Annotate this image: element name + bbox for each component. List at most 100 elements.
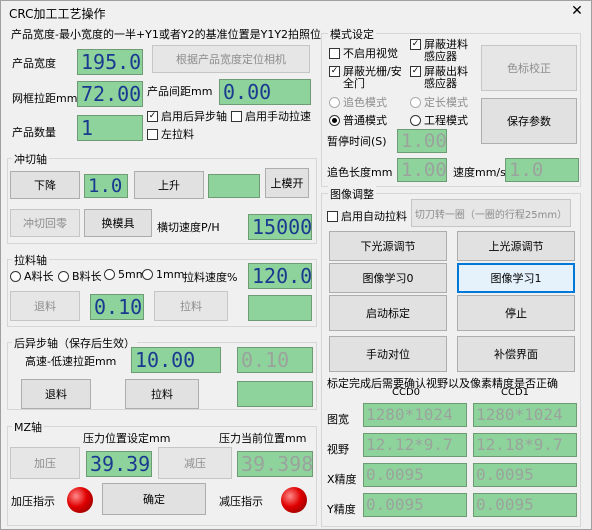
cut-down-button[interactable]: 下降 — [10, 171, 80, 199]
pull-speed-field[interactable]: 120.0 — [248, 263, 312, 289]
process-mode-radio[interactable]: 工程模式 — [410, 112, 468, 128]
auto-pull-checkbox[interactable]: 启用自动拉料 — [327, 208, 407, 224]
checkmark-icon: ✓ — [410, 66, 421, 77]
5mm-radio[interactable]: 5mm — [104, 268, 146, 281]
lower-light-button[interactable]: 下光源调节 — [329, 231, 447, 261]
main-window: CRC加工工艺操作 ✕ 产品宽度-最小宽度的一半+Y1或者Y2的基准位置是Y1Y… — [0, 0, 592, 530]
rear-distance-field[interactable]: 10.00 — [131, 347, 221, 373]
cut-speed-field[interactable]: 15000 — [248, 214, 312, 240]
normal-mode-radio[interactable]: 普通模式 — [329, 112, 387, 128]
rear-back-button[interactable]: 退料 — [21, 379, 91, 409]
release-indicator-label: 减压指示 — [219, 495, 263, 508]
pause-time-field[interactable]: 1.00 — [397, 129, 447, 153]
ccd1-fov-field: 12.18*9.7 — [473, 433, 577, 457]
speed-field[interactable]: 1.0 — [505, 158, 579, 182]
no-vision-checkbox[interactable]: 不启用视觉 — [329, 45, 398, 61]
pull-status-field — [248, 295, 312, 321]
window-title: CRC加工工艺操作 — [9, 7, 106, 21]
pressure-set-label: 压力位置设定mm — [83, 432, 171, 445]
compensation-button[interactable]: 补偿界面 — [457, 336, 575, 372]
rear-status-field — [237, 381, 313, 407]
ccd0-resolution-field: 1280*1024 — [363, 403, 467, 427]
rear-step-checkbox[interactable]: ✓ 启用后异步轴 — [147, 108, 227, 124]
1mm-radio[interactable]: 1mm — [142, 268, 184, 281]
fov-label: 视野 — [327, 443, 349, 456]
color-calibrate-button[interactable]: 色标校正 — [481, 45, 577, 91]
cut-home-button[interactable]: 冲切回零 — [10, 209, 80, 237]
track-mode-radio[interactable]: 追色模式 — [329, 94, 387, 110]
checkbox-empty-icon — [147, 128, 158, 140]
manual-align-button[interactable]: 手动对位 — [329, 336, 447, 372]
close-icon[interactable]: ✕ — [567, 3, 587, 19]
mask-in-checkbox[interactable]: ✓ 屏蔽进料感应器 — [410, 39, 474, 63]
normal-mode-label: 普通模式 — [343, 114, 387, 127]
image-learn-0-button[interactable]: 图像学习0 — [329, 263, 447, 293]
image-learn-1-button[interactable]: 图像学习1 — [457, 263, 575, 293]
left-pull-checkbox[interactable]: 左拉料 — [147, 126, 194, 142]
radio-icon — [142, 269, 153, 280]
x-precision-label: X精度 — [327, 473, 357, 486]
track-length-field[interactable]: 1.00 — [397, 158, 447, 182]
product-gap-field[interactable]: 0.00 — [219, 79, 311, 105]
rear-step-label: 启用后异步轴 — [161, 110, 227, 123]
pull-back-button[interactable]: 退料 — [10, 291, 80, 321]
cut-step-field[interactable]: 1.0 — [84, 174, 128, 198]
radio-icon — [410, 114, 421, 126]
process-mode-label: 工程模式 — [424, 114, 468, 127]
radio-selected-icon — [329, 114, 340, 126]
radio-icon — [329, 96, 340, 108]
locate-camera-button[interactable]: 根据产品宽度定位相机 — [152, 45, 310, 73]
upper-light-button[interactable]: 上光源调节 — [457, 231, 575, 261]
rear-distance-label: 高速-低速拉距mm — [25, 355, 117, 368]
a-length-radio[interactable]: A料长 — [10, 268, 54, 284]
mesh-distance-field[interactable]: 72.00 — [77, 81, 143, 107]
confirm-button[interactable]: 确定 — [102, 483, 206, 515]
pull-axis-title: 拉料轴 — [12, 252, 49, 268]
ccd0-label: CCD0 — [392, 387, 421, 398]
1mm-label: 1mm — [156, 268, 185, 281]
mask-out-checkbox[interactable]: ✓ 屏蔽出料感应器 — [410, 66, 474, 90]
ccd0-x-precision-field: 0.0095 — [363, 463, 467, 487]
mask-grating-label: 屏蔽光栅/安全门 — [343, 65, 402, 90]
b-length-label: B料长 — [72, 270, 102, 283]
start-calibration-button[interactable]: 启动标定 — [329, 295, 447, 331]
mask-out-label: 屏蔽出料感应器 — [424, 65, 468, 90]
ccd0-fov-field: 12.12*9.7 — [363, 433, 467, 457]
ccd1-x-precision-field: 0.0095 — [473, 463, 577, 487]
release-indicator-led-icon — [281, 487, 307, 513]
release-button[interactable]: 减压 — [158, 447, 232, 479]
mz-axis-title: MZ轴 — [12, 419, 45, 435]
pull-forward-button[interactable]: 拉料 — [154, 291, 228, 321]
rear-axis-title: 后异步轴（保存后生效） — [12, 335, 137, 351]
pull-step-field[interactable]: 0.10 — [90, 294, 144, 320]
radio-icon — [410, 96, 421, 108]
change-mold-button[interactable]: 换模具 — [84, 209, 152, 237]
ccd1-resolution-field: 1280*1024 — [473, 403, 577, 427]
pressure-current-field: 39.398 — [237, 451, 313, 477]
save-params-button[interactable]: 保存参数 — [481, 98, 577, 144]
press-button[interactable]: 加压 — [10, 447, 80, 479]
resolution-label: 图宽 — [327, 413, 349, 426]
checkbox-empty-icon — [327, 210, 338, 222]
pressure-current-label: 压力当前位置mm — [219, 432, 307, 445]
product-count-field[interactable]: 1 — [77, 115, 143, 141]
product-width-field[interactable]: 195.00 — [77, 49, 143, 75]
upper-mold-open-button[interactable]: 上模开 — [265, 168, 309, 198]
mask-grating-checkbox[interactable]: ✓ 屏蔽光栅/安全门 — [329, 66, 407, 90]
no-vision-label: 不启用视觉 — [343, 47, 398, 60]
checkmark-icon: ✓ — [147, 110, 158, 122]
pressure-set-field[interactable]: 39.398 — [86, 451, 152, 477]
stop-button[interactable]: 停止 — [457, 295, 575, 331]
cutter-rotate-button[interactable]: 切刀转一圈（一圈的行程25mm） — [411, 199, 571, 227]
checkbox-empty-icon — [231, 110, 242, 122]
b-length-radio[interactable]: B料长 — [58, 268, 102, 284]
checkmark-icon: ✓ — [410, 39, 421, 50]
ccd1-label: CCD1 — [501, 387, 530, 398]
track-mode-label: 追色模式 — [343, 96, 387, 109]
fixed-mode-radio[interactable]: 定长模式 — [410, 94, 468, 110]
radio-icon — [58, 270, 69, 282]
rear-forward-button[interactable]: 拉料 — [125, 379, 199, 409]
ccd1-y-precision-field: 0.0095 — [473, 493, 577, 517]
manual-pull-checkbox[interactable]: 启用手动拉速 — [231, 108, 311, 124]
cut-up-button[interactable]: 上升 — [134, 171, 204, 199]
